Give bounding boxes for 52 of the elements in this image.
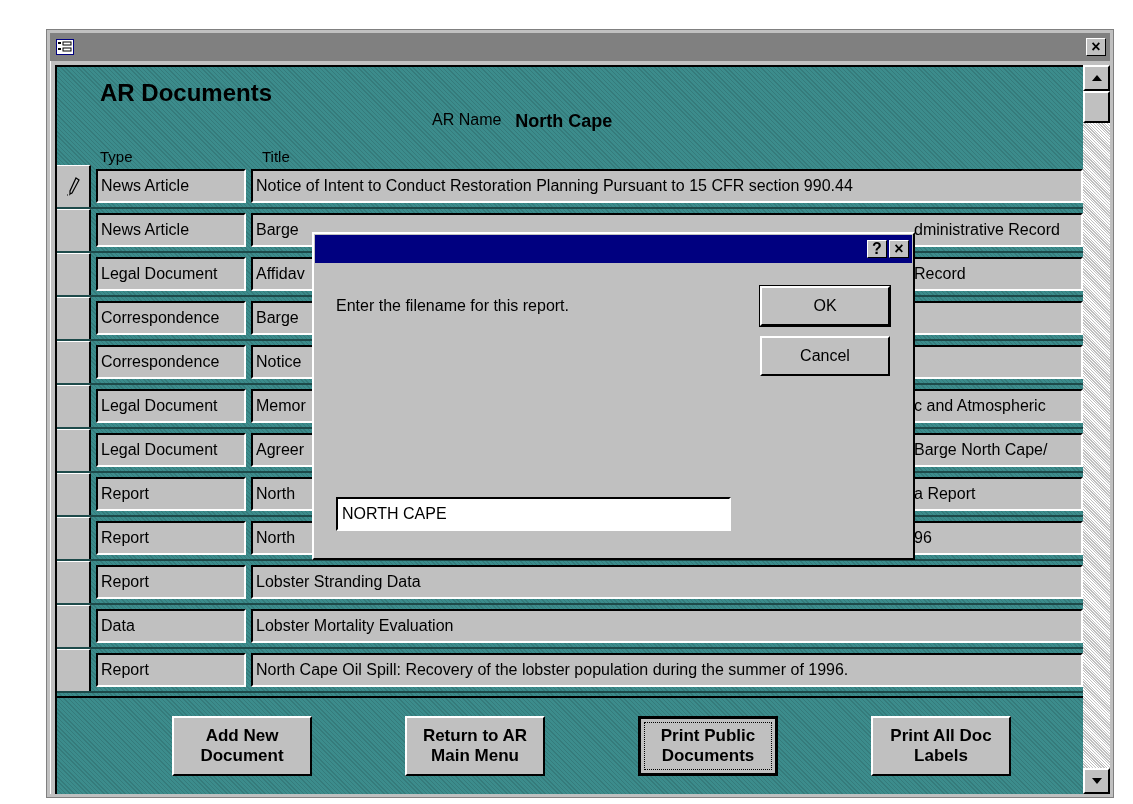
type-field[interactable]: Report <box>96 477 246 511</box>
scroll-up-button[interactable] <box>1083 65 1110 91</box>
record-selector[interactable] <box>57 649 91 691</box>
ar-name-value: North Cape <box>515 111 613 132</box>
close-button[interactable]: × <box>1086 38 1106 56</box>
type-field[interactable]: Correspondence <box>96 345 246 379</box>
type-field[interactable]: News Article <box>96 169 246 203</box>
type-field[interactable]: Report <box>96 521 246 555</box>
form-button[interactable]: Add New Document <box>172 716 312 776</box>
record-selector[interactable] <box>57 253 91 295</box>
record-selector[interactable] <box>57 517 91 559</box>
title-field[interactable]: North Cape Oil Spill: Recovery of the lobster population during the summer of 1996. <box>251 653 1084 687</box>
title-field[interactable]: Notice of Intent to Conduct Restoration Planning Pursuant to 15 CFR section 990.44 <box>251 169 1084 203</box>
record-selector[interactable] <box>57 561 91 603</box>
form-icon[interactable] <box>56 39 74 55</box>
record-selector[interactable] <box>57 341 91 383</box>
type-field[interactable]: Report <box>96 565 246 599</box>
type-field[interactable]: Legal Document <box>96 257 246 291</box>
type-field[interactable]: Correspondence <box>96 301 246 335</box>
up-arrow-icon <box>1091 75 1102 81</box>
record-selector[interactable] <box>57 429 91 471</box>
form-button[interactable]: Return to AR Main Menu <box>405 716 545 776</box>
record-selector[interactable] <box>57 297 91 339</box>
cancel-button[interactable]: Cancel <box>760 336 890 376</box>
column-header: Title <box>262 148 290 165</box>
type-field[interactable]: Data <box>96 609 246 643</box>
record-selector[interactable] <box>57 385 91 427</box>
type-field[interactable]: News Article <box>96 213 246 247</box>
title-field[interactable]: Lobster Mortality Evaluation <box>251 609 1084 643</box>
pencil-icon <box>66 176 80 197</box>
help-button[interactable]: ? <box>867 240 887 258</box>
vertical-scrollbar[interactable] <box>1083 65 1110 794</box>
ar-name-label: AR Name <box>432 111 502 130</box>
record-selector[interactable] <box>57 165 91 207</box>
ok-button[interactable]: OK <box>760 286 890 326</box>
title-field[interactable]: Lobster Stranding Data <box>251 565 1084 599</box>
record-selector[interactable] <box>57 605 91 647</box>
column-header: Type <box>100 148 134 165</box>
record-selector[interactable] <box>57 209 91 251</box>
type-field[interactable]: Legal Document <box>96 389 246 423</box>
form-button[interactable]: Print All Doc Labels <box>871 716 1011 776</box>
type-field[interactable]: Report <box>96 653 246 687</box>
scroll-down-button[interactable] <box>1083 768 1110 794</box>
type-field[interactable]: Legal Document <box>96 433 246 467</box>
form-title: AR Documents <box>100 79 274 107</box>
prompt-text: Enter the filename for this report. <box>336 297 570 315</box>
form-button[interactable]: Print Public Documents <box>638 716 778 776</box>
close-button[interactable]: × <box>889 240 909 258</box>
filename-input[interactable]: NORTH CAPE <box>336 497 731 531</box>
scroll-thumb[interactable] <box>1083 91 1110 123</box>
down-arrow-icon <box>1091 778 1102 784</box>
record-selector[interactable] <box>57 473 91 515</box>
